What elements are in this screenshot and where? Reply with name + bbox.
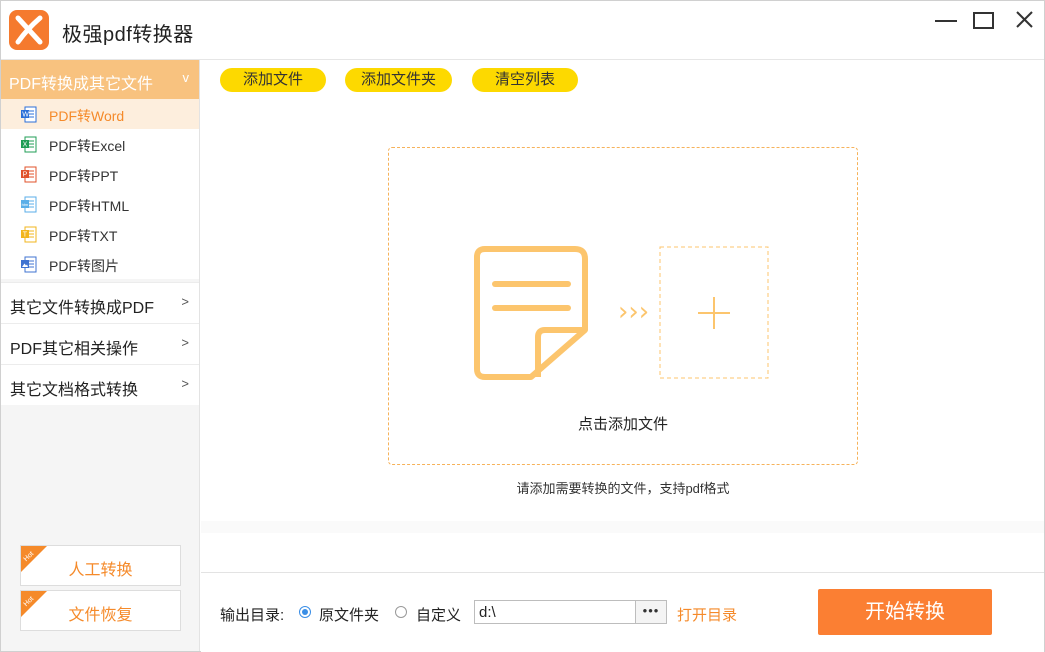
svg-text:htm: htm xyxy=(22,202,29,207)
sidebar-item-label: PDF转图片 xyxy=(49,258,119,274)
output-bar: 输出目录: 原文件夹 自定义 ••• 打开目录 开始转换 xyxy=(201,572,1044,652)
radio-custom[interactable] xyxy=(395,606,407,618)
sidebar-item-pdf-to-html[interactable]: htm PDF转HTML xyxy=(1,189,199,219)
sidebar-item-pdf-to-ppt[interactable]: P PDF转PPT xyxy=(1,159,199,189)
sidebar-item-label: PDF转PPT xyxy=(49,168,119,184)
output-dir-label: 输出目录: xyxy=(220,607,285,624)
sidebar-item-label: PDF转TXT xyxy=(49,228,118,244)
arrows-icon: ››› xyxy=(618,297,649,327)
maximize-button[interactable] xyxy=(969,9,999,33)
category-label: 其它文件转换成PDF xyxy=(10,300,155,317)
content-divider xyxy=(201,521,1044,533)
sidebar: PDF转换成其它文件 v W PDF转Word X PDF转Excel P PD… xyxy=(1,60,200,651)
sidebar-item-label: PDF转Word xyxy=(49,108,125,124)
svg-text:P: P xyxy=(23,172,28,179)
ppt-icon: P xyxy=(21,166,37,183)
sidebar-item-label: PDF转Excel xyxy=(49,138,126,154)
sidebar-item-pdf-to-txt[interactable]: T PDF转TXT xyxy=(1,219,199,249)
svg-text:X: X xyxy=(23,142,28,149)
manual-convert-label: 人工转换 xyxy=(68,562,133,579)
excel-icon: X xyxy=(21,136,37,153)
html-icon: htm xyxy=(21,196,37,213)
txt-icon: T xyxy=(21,226,37,243)
add-folder-button[interactable]: 添加文件夹 xyxy=(345,68,452,92)
chevron-right-icon: > xyxy=(181,294,189,309)
file-recovery-button[interactable]: Hot 文件恢复 xyxy=(20,590,181,631)
output-path-input[interactable] xyxy=(474,600,640,624)
app-title: 极强pdf转换器 xyxy=(62,24,194,46)
supported-format-hint: 请添加需要转换的文件，支持pdf格式 xyxy=(516,481,730,496)
browse-button[interactable]: ••• xyxy=(635,600,667,624)
sidebar-item-label: PDF转HTML xyxy=(49,198,130,214)
file-drop-zone[interactable]: ››› 点击添加文件 xyxy=(388,147,858,465)
category-other-doc-format[interactable]: 其它文档格式转换 > xyxy=(1,364,199,405)
image-icon xyxy=(21,256,37,273)
category-other-to-pdf[interactable]: 其它文件转换成PDF > xyxy=(1,282,199,323)
category-pdf-to-other[interactable]: PDF转换成其它文件 v xyxy=(1,60,199,99)
close-button[interactable] xyxy=(1009,9,1039,33)
category-pdf-other-ops[interactable]: PDF其它相关操作 > xyxy=(1,323,199,364)
minimize-icon xyxy=(935,20,957,22)
category-label: PDF其它相关操作 xyxy=(10,341,139,358)
manual-convert-button[interactable]: Hot 人工转换 xyxy=(20,545,181,586)
sidebar-item-pdf-to-word[interactable]: W PDF转Word xyxy=(1,99,199,129)
chevron-down-icon: v xyxy=(182,70,190,85)
radio-original-folder[interactable] xyxy=(299,606,311,618)
radio-custom-label[interactable]: 自定义 xyxy=(416,604,461,625)
svg-text:W: W xyxy=(22,112,29,119)
category-label: 其它文档格式转换 xyxy=(10,382,139,399)
maximize-icon xyxy=(973,12,994,29)
svg-text:T: T xyxy=(23,232,28,239)
drop-zone-hint: 点击添加文件 xyxy=(577,416,668,433)
add-file-button[interactable]: 添加文件 xyxy=(220,68,326,92)
document-icon xyxy=(474,246,588,380)
sidebar-item-pdf-to-image[interactable]: PDF转图片 xyxy=(1,249,199,279)
app-logo-icon xyxy=(9,10,49,50)
sidebar-item-pdf-to-excel[interactable]: X PDF转Excel xyxy=(1,129,199,159)
word-icon: W xyxy=(21,106,37,123)
radio-original-folder-label[interactable]: 原文件夹 xyxy=(319,604,379,625)
title-bar: 极强pdf转换器 xyxy=(1,1,1044,60)
open-directory-link[interactable]: 打开目录 xyxy=(677,604,737,625)
close-icon xyxy=(1016,11,1033,28)
clear-list-button[interactable]: 清空列表 xyxy=(472,68,578,92)
chevron-right-icon: > xyxy=(181,335,189,350)
category-label: PDF转换成其它文件 xyxy=(9,76,154,93)
chevron-right-icon: > xyxy=(181,376,189,391)
minimize-button[interactable] xyxy=(931,9,961,33)
start-convert-button[interactable]: 开始转换 xyxy=(818,589,992,635)
sub-item-list: W PDF转Word X PDF转Excel P PDF转PPT htm PDF… xyxy=(1,99,199,279)
file-recovery-label: 文件恢复 xyxy=(68,607,133,624)
app-window: 极强pdf转换器 PDF转换成其它文件 v W PDF转Word X PDF转E… xyxy=(0,0,1045,652)
